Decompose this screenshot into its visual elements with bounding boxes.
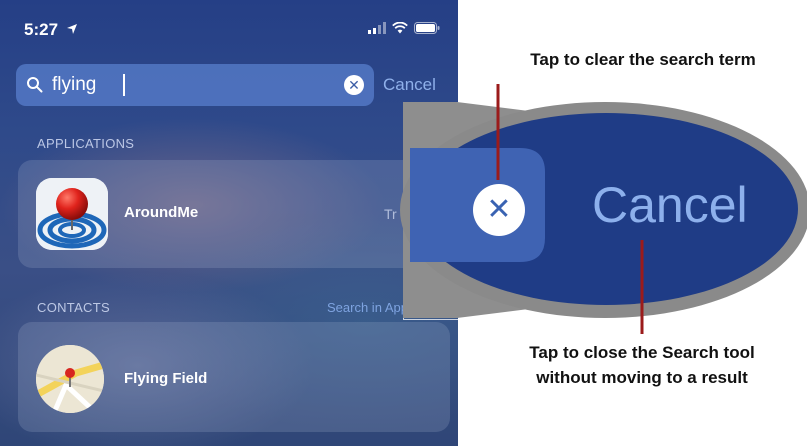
annotation-close-line2: without moving to a result [536, 368, 748, 387]
clear-icon-zoomed: ✕ [486, 193, 512, 226]
zoomed-clear-button: ✕ [473, 184, 525, 236]
annotation-clear: Tap to clear the search term [478, 47, 807, 72]
annotation-close: Tap to close the Search tool without mov… [477, 340, 807, 390]
zoomed-cancel-label: Cancel [592, 177, 748, 233]
annotation-close-line1: Tap to close the Search tool [529, 343, 755, 362]
annotation-clear-text: Tap to clear the search term [530, 50, 756, 69]
